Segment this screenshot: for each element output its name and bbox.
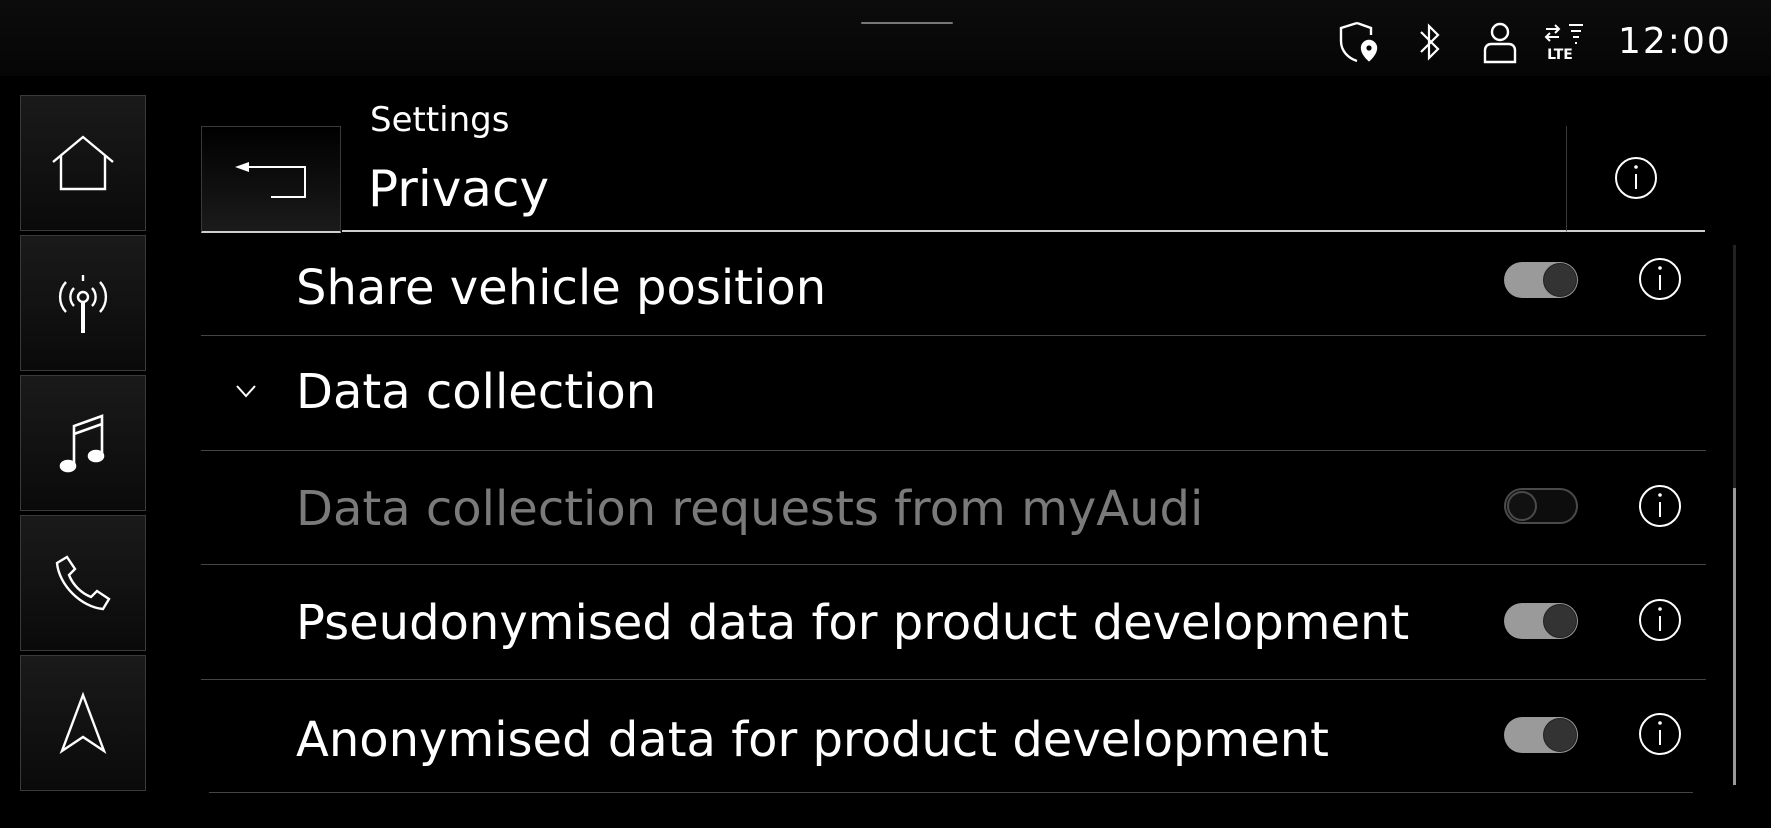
clock: 12:00	[1618, 21, 1732, 62]
row-label: Anonymised data for product development	[296, 712, 1329, 768]
toggle-switch[interactable]	[1504, 488, 1578, 524]
side-navigation	[20, 95, 146, 795]
back-arrow-icon	[235, 162, 306, 198]
toggle-switch[interactable]	[1504, 717, 1578, 753]
radio-antenna-icon	[58, 275, 108, 333]
back-button[interactable]	[201, 126, 341, 233]
info-icon[interactable]	[1637, 597, 1683, 643]
list-item-anonymised-data[interactable]: Anonymised data for product development	[209, 680, 1693, 793]
list-item-share-vehicle-position[interactable]: Share vehicle position	[201, 230, 1706, 336]
row-label: Data collection requests from myAudi	[296, 481, 1204, 537]
header-info-button[interactable]	[1566, 126, 1705, 232]
info-icon[interactable]	[1637, 711, 1683, 757]
nav-radio-button[interactable]	[20, 235, 146, 371]
row-label: Share vehicle position	[296, 260, 827, 316]
privacy-location-icon	[1335, 18, 1385, 66]
chevron-down-icon	[236, 385, 256, 398]
toggle-switch[interactable]	[1504, 262, 1578, 298]
home-icon	[52, 135, 114, 191]
nav-navigation-button[interactable]	[20, 655, 146, 791]
lte-signal-icon: LTE	[1542, 18, 1588, 66]
info-icon	[1615, 157, 1657, 199]
nav-media-button[interactable]	[20, 375, 146, 511]
bluetooth-icon	[1413, 18, 1447, 66]
breadcrumb: Settings	[370, 100, 510, 140]
info-icon[interactable]	[1637, 256, 1683, 302]
nav-phone-button[interactable]	[20, 515, 146, 651]
phone-icon	[55, 555, 111, 611]
pull-down-handle[interactable]	[861, 22, 953, 24]
nav-home-button[interactable]	[20, 95, 146, 231]
scrollbar-thumb[interactable]	[1733, 488, 1736, 785]
user-profile-icon	[1480, 18, 1520, 66]
list-item-data-collection[interactable]: Data collection	[201, 336, 1706, 451]
row-label: Pseudonymised data for product developme…	[296, 595, 1410, 651]
info-icon[interactable]	[1637, 483, 1683, 529]
navigation-arrow-icon	[59, 691, 107, 755]
toggle-switch[interactable]	[1504, 603, 1578, 639]
row-label: Data collection	[296, 364, 657, 420]
page-title: Privacy	[368, 160, 550, 218]
music-note-icon	[59, 414, 105, 473]
lte-label: LTE	[1547, 47, 1573, 63]
status-bar: LTE 12:00	[0, 0, 1771, 76]
list-item-myaudi-requests[interactable]: Data collection requests from myAudi	[201, 451, 1706, 565]
list-item-pseudonymised-data[interactable]: Pseudonymised data for product developme…	[201, 565, 1706, 680]
